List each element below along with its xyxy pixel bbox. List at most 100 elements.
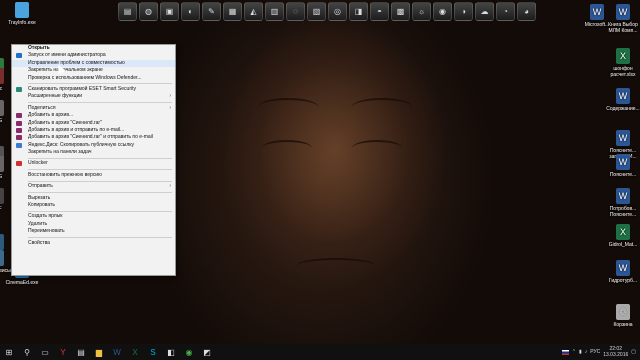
desktop-icon[interactable]: W Гидротурб... — [606, 260, 640, 284]
volume-icon[interactable]: ♪ — [585, 349, 588, 355]
system-tray: ⌃ ▮ ♪ РУС 22:02 13.03.2016 ▢ — [561, 344, 636, 360]
dock-app-7-icon[interactable]: ◭ — [244, 2, 263, 21]
file-icon — [0, 156, 4, 172]
dock-app-11-icon[interactable]: ◎ — [328, 2, 347, 21]
menu-item-label: Запуск от имени администратора — [28, 52, 106, 59]
dock-app-5-icon[interactable]: ✎ — [202, 2, 221, 21]
menu-item[interactable]: Закрепить на панели задач — [12, 149, 175, 156]
yandex-browser-icon[interactable]: Y — [54, 344, 72, 360]
menu-item[interactable]: Закрепить на начальном экране — [12, 67, 175, 74]
desktop-icon[interactable]: nPF — [0, 188, 4, 212]
dock-app-1-icon[interactable]: ▤ — [118, 2, 137, 21]
word-file-icon: W — [616, 188, 630, 204]
menu-item[interactable]: Добавить в архив "Сиенилd.rar" — [12, 120, 175, 127]
menu-item[interactable]: Проверка с использованием Windows Defend… — [12, 75, 175, 82]
menu-item[interactable]: Unlocker — [12, 160, 175, 167]
dock-app-16-icon[interactable]: ◉ — [433, 2, 452, 21]
dock-app-4-icon[interactable]: ◐ — [181, 2, 200, 21]
dock-app-12-icon[interactable]: ◨ — [349, 2, 368, 21]
skype-icon[interactable]: S — [144, 344, 162, 360]
app-icon[interactable]: ◩ — [198, 344, 216, 360]
language-indicator[interactable]: РУС — [590, 349, 600, 355]
top-dock: ▤ ◍ ▣ ◐ ✎ ▦ ◭ ▥ ◌ ▧ ◎ ◨ ◓ ▩ ☼ ◉ ◑ ☁ ◔ ◕ — [118, 2, 536, 22]
menu-item[interactable]: Яндекс.Диск: Скопировать публичную ссылк… — [12, 142, 175, 149]
desktop-icon[interactable]: ♲ Корзина — [606, 304, 640, 328]
start-button[interactable]: ⊞ — [0, 344, 18, 360]
network-icon[interactable]: ▮ — [579, 349, 582, 355]
excel-file-icon: X — [616, 224, 630, 240]
word-file-icon: W — [590, 4, 604, 20]
desktop-icon[interactable]: TrayInfo.exe — [2, 2, 42, 26]
dock-app-10-icon[interactable]: ▧ — [307, 2, 326, 21]
dock-app-13-icon[interactable]: ◓ — [370, 2, 389, 21]
menu-item[interactable]: Поделиться › — [12, 105, 175, 112]
dock-app-19-icon[interactable]: ◔ — [496, 2, 515, 21]
dock-app-3-icon[interactable]: ▣ — [160, 2, 179, 21]
up-arrow-icon[interactable]: ⌃ — [572, 349, 576, 355]
dock-app-2-icon[interactable]: ◍ — [139, 2, 158, 21]
search-icon[interactable]: ⚲ — [18, 344, 36, 360]
menu-item[interactable]: Сканировать программой ESET Smart Securi… — [12, 86, 175, 93]
menu-item-label: Копировать — [28, 202, 55, 209]
clock[interactable]: 22:02 13.03.2016 — [603, 346, 628, 358]
menu-item[interactable]: Переименовать — [12, 228, 175, 235]
word-file-icon: W — [616, 260, 630, 276]
desktop-icon[interactable]: W Поясните... — [606, 154, 640, 178]
dock-app-18-icon[interactable]: ☁ — [475, 2, 494, 21]
desktop-icon[interactable]: PAG — [0, 100, 4, 124]
menu-item[interactable]: Исправление проблем с совместимостью — [12, 59, 175, 68]
menu-separator — [28, 169, 172, 171]
submenu-arrow-icon: › — [169, 183, 171, 190]
dock-app-20-icon[interactable]: ◕ — [517, 2, 536, 21]
desktop-icon[interactable]: Xшонфон расчет.xlsx — [606, 48, 640, 78]
menu-item[interactable]: Восстановить прежнюю версию — [12, 172, 175, 179]
menu-item[interactable]: Расширенные функции › — [12, 93, 175, 100]
menu-item-label: Свойства — [28, 239, 50, 246]
desktop-icon-label: Содержание... — [606, 106, 640, 112]
word-file-icon: W — [616, 130, 630, 146]
menu-item[interactable]: Копировать — [12, 202, 175, 209]
file-icon — [0, 234, 4, 250]
desktop-icon[interactable]: W Потробов... Поясните... — [606, 188, 640, 218]
menu-item[interactable]: Запуск от имени администратора — [12, 52, 175, 59]
desktop-icon[interactable]: W Содержание... — [606, 88, 640, 112]
word-icon[interactable]: W — [108, 344, 126, 360]
menu-item[interactable]: Добавить в архив и отправить по e-mail..… — [12, 127, 175, 134]
desktop-icon-label: шонфон расчет.xlsx — [610, 66, 636, 78]
flag-icon[interactable] — [561, 349, 569, 355]
desktop-icon[interactable]: Курс — [0, 68, 4, 92]
desktop-icon[interactable]: X Gidrol_Mat... — [606, 224, 640, 248]
menu-item[interactable]: Отправить › — [12, 183, 175, 190]
menu-item[interactable]: Добавить в архив "Сиенилd.rar" и отправи… — [12, 134, 175, 141]
desktop-icon-label: Gidrol_Mat... — [608, 242, 638, 248]
notifications-icon[interactable]: ▢ — [631, 349, 636, 355]
excel-icon[interactable]: X — [126, 344, 144, 360]
file-explorer-icon[interactable]: ▆ — [90, 344, 108, 360]
menu-item[interactable]: Добавить в архив... — [12, 112, 175, 119]
desktop-icon-label: Поясните... — [609, 172, 637, 178]
menu-item[interactable]: Создать ярлык — [12, 213, 175, 220]
menu-item[interactable]: Удалить — [12, 221, 175, 228]
archive-icon — [16, 135, 22, 141]
photos-icon[interactable]: ◧ — [162, 344, 180, 360]
eset-icon — [16, 86, 22, 92]
dock-app-6-icon[interactable]: ▦ — [223, 2, 242, 21]
submenu-arrow-icon: › — [169, 93, 171, 100]
menu-item[interactable]: Открыть — [12, 45, 175, 52]
dock-app-8-icon[interactable]: ▥ — [265, 2, 284, 21]
task-view-icon[interactable]: ▭ — [36, 344, 54, 360]
store-icon[interactable]: ▤ — [72, 344, 90, 360]
menu-separator — [28, 210, 172, 212]
file-icon — [0, 68, 4, 84]
dock-app-14-icon[interactable]: ▩ — [391, 2, 410, 21]
menu-item-label: Добавить в архив и отправить по e-mail..… — [28, 126, 125, 133]
desktop-icon[interactable]: PAG — [0, 156, 4, 180]
chrome-icon[interactable]: ◉ — [180, 344, 198, 360]
dock-app-15-icon[interactable]: ☼ — [412, 2, 431, 21]
dock-app-9-icon[interactable]: ◌ — [286, 2, 305, 21]
word-file-icon: W — [616, 154, 630, 170]
menu-item[interactable]: Вырезать — [12, 195, 175, 202]
menu-item[interactable]: Свойства — [12, 240, 175, 247]
desktop-icon[interactable]: W Книга Выбор МЛМ Комп... — [606, 4, 640, 34]
dock-app-17-icon[interactable]: ◑ — [454, 2, 473, 21]
